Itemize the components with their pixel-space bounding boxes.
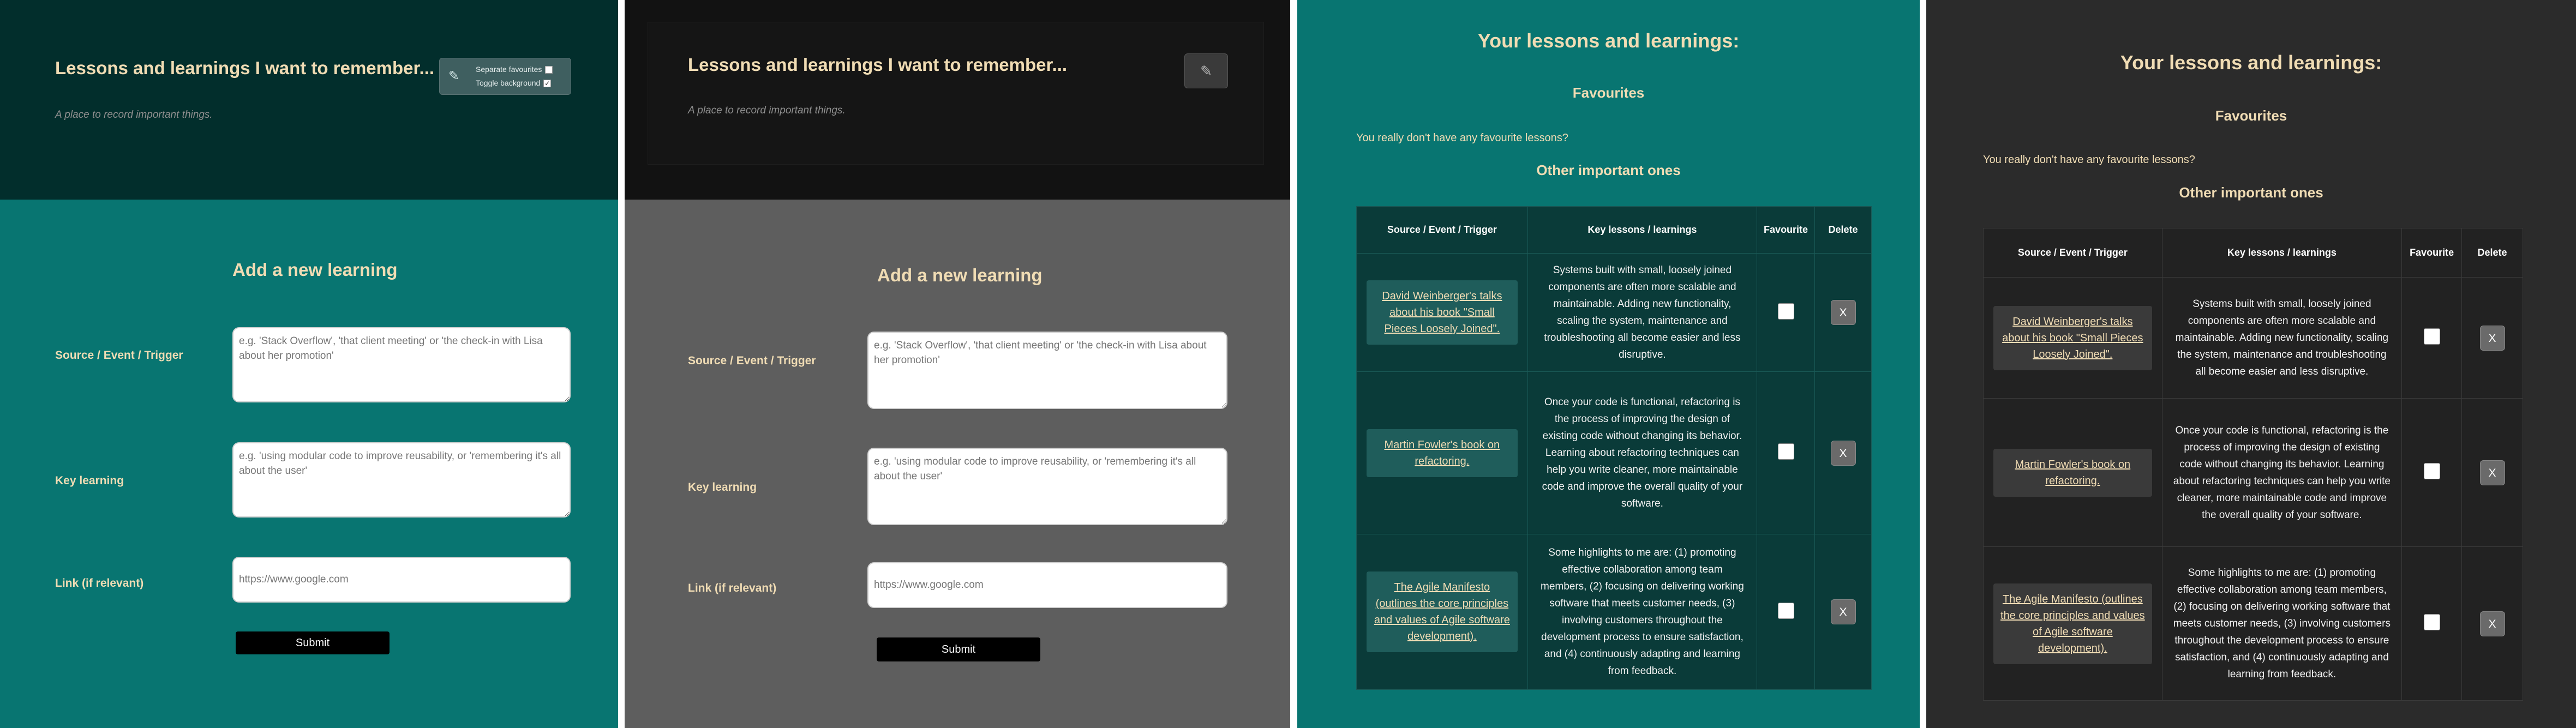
lesson-text: Systems built with small, loosely joined… xyxy=(1527,253,1758,372)
key-learning-input[interactable] xyxy=(232,442,571,518)
table-row: The Agile Manifesto (outlines the core p… xyxy=(1983,546,2523,701)
favourite-checkbox[interactable] xyxy=(1777,303,1794,320)
lesson-text: Systems built with small, loosely joined… xyxy=(2161,277,2403,399)
delete-button[interactable]: X xyxy=(1830,440,1856,466)
add-learning-form: Add a new learning Source / Event / Trig… xyxy=(625,200,1290,728)
form-page-teal: Lessons and learnings I want to remember… xyxy=(0,0,618,728)
column-header: Source / Event / Trigger xyxy=(1983,228,2162,278)
paint-brush-icon: ✎ xyxy=(448,69,460,83)
form-title: Add a new learning xyxy=(232,260,398,280)
no-favourites-text: You really don't have any favourite less… xyxy=(1983,154,2195,166)
column-header: Favourite xyxy=(1757,206,1816,254)
add-learning-form: Add a new learning Source / Event / Trig… xyxy=(0,200,618,728)
list-title: Your lessons and learnings: xyxy=(1477,29,1740,52)
list-title: Your lessons and learnings: xyxy=(2120,51,2382,74)
page-title: Lessons and learnings I want to remember… xyxy=(55,58,435,78)
page-header: Lessons and learnings I want to remember… xyxy=(625,0,1290,200)
column-header: Delete xyxy=(1814,206,1872,254)
header-card xyxy=(648,22,1264,165)
settings-button[interactable]: ✎ xyxy=(1184,53,1228,88)
favourite-checkbox[interactable] xyxy=(2423,328,2440,345)
form-page-dark: Lessons and learnings I want to remember… xyxy=(625,0,1290,728)
delete-button[interactable]: X xyxy=(2479,325,2505,351)
lesson-text: Once your code is functional, refactorin… xyxy=(2161,398,2403,547)
delete-button[interactable]: X xyxy=(2479,460,2505,485)
delete-button[interactable]: X xyxy=(2479,611,2505,636)
column-header: Key lessons / learnings xyxy=(1527,206,1758,254)
source-link[interactable]: The Agile Manifesto (outlines the core p… xyxy=(1993,583,2152,664)
list-page-teal: Your lessons and learnings: Favourites Y… xyxy=(1297,0,1920,728)
submit-button[interactable]: Submit xyxy=(236,631,390,654)
link-label: Link (if relevant) xyxy=(55,577,144,589)
key-learning-label: Key learning xyxy=(688,481,757,494)
toggle-background-checkbox[interactable]: ✓ xyxy=(543,80,552,88)
source-link[interactable]: Martin Fowler's book on refactoring. xyxy=(1367,429,1518,477)
link-label: Link (if relevant) xyxy=(688,582,777,594)
column-header: Key lessons / learnings xyxy=(2161,228,2403,278)
source-input[interactable] xyxy=(867,332,1227,409)
source-link[interactable]: The Agile Manifesto (outlines the core p… xyxy=(1367,571,1518,652)
settings-toggles: ✎ Separate favourites Toggle background ✓ xyxy=(439,58,571,95)
column-header: Delete xyxy=(2461,228,2523,278)
lessons-table: Source / Event / Trigger Key lessons / l… xyxy=(1983,228,2523,701)
source-link[interactable]: David Weinberger's talks about his book … xyxy=(1993,305,2152,370)
lesson-text: Some highlights to me are: (1) promoting… xyxy=(1527,534,1758,690)
link-input[interactable] xyxy=(232,557,571,603)
separate-favourites-checkbox[interactable] xyxy=(545,66,553,74)
source-link[interactable]: Martin Fowler's book on refactoring. xyxy=(1993,448,2152,497)
form-title: Add a new learning xyxy=(877,265,1043,285)
favourites-heading: Favourites xyxy=(2215,107,2287,124)
submit-button[interactable]: Submit xyxy=(877,637,1040,661)
favourites-heading: Favourites xyxy=(1572,85,1645,101)
lessons-table: Source / Event / Trigger Key lessons / l… xyxy=(1356,206,1872,690)
table-row: The Agile Manifesto (outlines the core p… xyxy=(1356,534,1872,690)
source-link[interactable]: David Weinberger's talks about his book … xyxy=(1367,280,1518,345)
toggle-background-toggle[interactable]: Toggle background ✓ xyxy=(476,79,552,88)
table-row: David Weinberger's talks about his book … xyxy=(1983,277,2523,399)
separate-favourites-toggle[interactable]: Separate favourites xyxy=(476,65,553,74)
page-header: Lessons and learnings I want to remember… xyxy=(0,0,618,200)
favourite-checkbox[interactable] xyxy=(1777,602,1794,619)
key-learning-input[interactable] xyxy=(867,448,1227,525)
other-heading: Other important ones xyxy=(1536,162,1681,178)
list-page-dark: Your lessons and learnings: Favourites Y… xyxy=(1926,0,2576,728)
page-subtitle: A place to record important things. xyxy=(688,105,846,116)
lesson-text: Some highlights to me are: (1) promoting… xyxy=(2161,546,2403,701)
table-header-row: Source / Event / Trigger Key lessons / l… xyxy=(1983,228,2523,278)
source-label: Source / Event / Trigger xyxy=(55,349,183,362)
table-row: Martin Fowler's book on refactoring. Onc… xyxy=(1983,398,2523,547)
key-learning-label: Key learning xyxy=(55,474,124,487)
link-input[interactable] xyxy=(867,562,1227,608)
lesson-text: Once your code is functional, refactorin… xyxy=(1527,371,1758,534)
page-title: Lessons and learnings I want to remember… xyxy=(688,55,1068,75)
source-input[interactable] xyxy=(232,327,571,402)
favourite-checkbox[interactable] xyxy=(1777,443,1794,460)
column-header: Source / Event / Trigger xyxy=(1356,206,1528,254)
delete-button[interactable]: X xyxy=(1830,300,1856,325)
other-heading: Other important ones xyxy=(2179,184,2323,201)
paint-brush-icon: ✎ xyxy=(1200,63,1212,79)
source-label: Source / Event / Trigger xyxy=(688,354,816,367)
favourite-checkbox[interactable] xyxy=(2423,463,2440,479)
delete-button[interactable]: X xyxy=(1830,599,1856,624)
table-row: David Weinberger's talks about his book … xyxy=(1356,253,1872,372)
table-row: Martin Fowler's book on refactoring. Onc… xyxy=(1356,371,1872,534)
favourite-checkbox[interactable] xyxy=(2423,614,2440,630)
table-header-row: Source / Event / Trigger Key lessons / l… xyxy=(1356,206,1872,254)
page-subtitle: A place to record important things. xyxy=(55,109,213,121)
no-favourites-text: You really don't have any favourite less… xyxy=(1356,132,1568,144)
column-header: Favourite xyxy=(2401,228,2463,278)
